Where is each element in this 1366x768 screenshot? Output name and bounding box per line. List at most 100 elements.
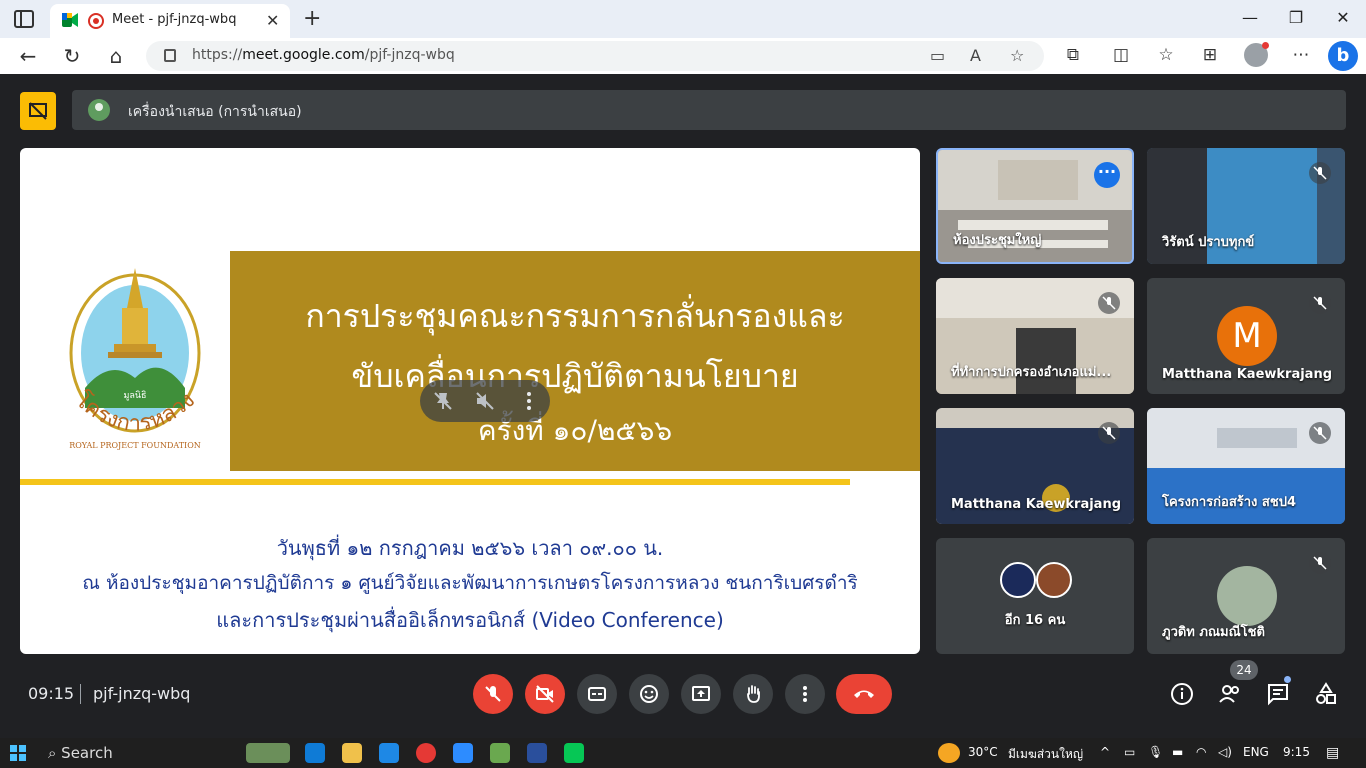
weather-icon[interactable] <box>938 743 960 763</box>
present-screen-button[interactable] <box>681 674 721 714</box>
home-icon[interactable]: ⌂ <box>104 44 128 68</box>
back-icon[interactable]: ← <box>16 44 40 68</box>
mail-icon[interactable] <box>379 743 399 763</box>
meet-window: เครื่องนำเสนอ (การนำเสนอ) มูลนิธิ โครงกา… <box>4 74 1362 734</box>
more-options-icon[interactable]: ··· <box>1094 162 1120 188</box>
logo-sub-text: ROYAL PROJECT FOUNDATION <box>69 441 201 450</box>
participant-tile[interactable]: ภูวดิท ภณมณีโชติ <box>1147 538 1345 654</box>
slide-title-line3: ครั้งที่ ๑๐/๒๕๖๖ <box>477 414 673 447</box>
slide-detail-line3: และการประชุมผ่านสื่ออิเล็กทรอนิกส์ (Vide… <box>216 608 724 632</box>
muted-mic-icon <box>1309 422 1331 444</box>
slide-divider-line <box>20 479 850 485</box>
microphone-in-use-icon[interactable]: 🎙 <box>1148 745 1163 759</box>
notification-dot <box>1262 42 1269 49</box>
close-window-icon[interactable]: ✕ <box>1333 8 1353 27</box>
browser-tab-bar: Meet - pjf-jnzq-wbq ✕ + — ❐ ✕ <box>0 0 1366 38</box>
participant-name: ภูวดิท ภณมณีโชติ <box>1162 625 1265 640</box>
windows-start-icon[interactable] <box>10 745 26 761</box>
taskbar-clock[interactable]: 9:15 <box>1283 745 1310 759</box>
meeting-details-icon[interactable] <box>1170 682 1194 706</box>
widgets-icon[interactable] <box>246 743 290 763</box>
volume-off-icon[interactable] <box>474 390 496 412</box>
participant-avatar <box>1000 562 1036 598</box>
lock-icon[interactable] <box>164 49 176 62</box>
favorites-icon[interactable]: ☆ <box>1155 45 1177 65</box>
people-count-badge: 24 <box>1230 660 1258 680</box>
file-explorer-icon[interactable] <box>342 743 362 763</box>
favorite-star-icon[interactable]: ☆ <box>1010 46 1024 65</box>
collections-icon[interactable]: ⊞ <box>1199 45 1221 65</box>
app-icon[interactable] <box>527 743 547 763</box>
participant-avatar <box>1036 562 1072 598</box>
chat-icon[interactable] <box>1266 682 1290 706</box>
line-icon[interactable] <box>564 743 584 763</box>
participant-name: โครงการก่อสร้าง สชป4 <box>1162 495 1296 510</box>
presenter-avatar <box>88 99 110 121</box>
split-screen-icon[interactable]: ◫ <box>1110 45 1132 65</box>
participant-tile[interactable]: โครงการก่อสร้าง สชป4 <box>1147 408 1345 524</box>
leave-call-button[interactable] <box>836 674 892 714</box>
pin-off-icon[interactable] <box>432 390 454 412</box>
read-aloud-icon[interactable]: A <box>970 46 981 65</box>
divider <box>80 684 81 704</box>
slide-title-line1: การประชุมคณะกรรมการกลั่นกรองและ <box>305 297 845 335</box>
mic-off-icon <box>485 686 501 702</box>
address-url[interactable]: https://meet.google.com/pjf-jnzq-wbq <box>192 47 455 63</box>
restore-icon[interactable]: ❐ <box>1286 8 1306 27</box>
activities-icon[interactable] <box>1314 682 1338 706</box>
presentation-slide: มูลนิธิ โครงการหลวง ROYAL PROJECT FOUNDA… <box>20 148 920 654</box>
camera-icon[interactable]: ▭ <box>930 46 945 65</box>
presenter-bar: เครื่องนำเสนอ (การนำเสนอ) <box>72 90 1346 130</box>
windows-taskbar: ⌕ Search 30°C มีเมฆส่วนใหญ่ ^ ▭ 🎙 ▬ ◠ ◁)… <box>0 738 1366 768</box>
more-options-icon[interactable] <box>518 390 540 412</box>
zoom-icon[interactable] <box>453 743 473 763</box>
weather-temp[interactable]: 30°C <box>968 745 998 759</box>
muted-mic-icon <box>1309 552 1331 574</box>
bing-copilot-icon[interactable]: b <box>1328 41 1358 71</box>
captions-button[interactable] <box>577 674 617 714</box>
recording-icon <box>88 13 104 29</box>
weather-desc[interactable]: มีเมฆส่วนใหญ่ <box>1008 745 1083 764</box>
royal-project-logo: มูลนิธิ โครงการหลวง ROYAL PROJECT FOUNDA… <box>69 268 201 450</box>
participant-tile[interactable]: ที่ทำการปกครองอำเภอแม่... <box>936 278 1134 394</box>
participant-avatar: M <box>1217 306 1277 366</box>
tray-chevron-icon[interactable]: ^ <box>1100 745 1110 759</box>
qgis-icon[interactable] <box>490 743 510 763</box>
participant-tile[interactable]: วิรัตน์ ปราบทุกข์ <box>1147 148 1345 264</box>
tray-app-icon[interactable]: ▭ <box>1124 745 1135 759</box>
close-tab-icon[interactable]: ✕ <box>266 11 279 30</box>
participant-tile[interactable]: ··· ห้องประชุมใหญ่ <box>936 148 1134 264</box>
minimize-icon[interactable]: — <box>1240 8 1260 27</box>
microphone-toggle-button[interactable] <box>473 674 513 714</box>
muted-mic-icon <box>1098 422 1120 444</box>
edge-icon[interactable] <box>305 743 325 763</box>
presentation-floating-controls <box>420 380 550 422</box>
more-options-button[interactable] <box>785 674 825 714</box>
notifications-icon[interactable]: ▤ <box>1326 745 1339 761</box>
camera-toggle-button[interactable] <box>525 674 565 714</box>
more-menu-icon[interactable]: ⋯ <box>1290 45 1312 65</box>
extensions-icon[interactable]: ⧉ <box>1062 45 1084 65</box>
chrome-icon[interactable] <box>416 743 436 763</box>
new-tab-icon[interactable]: + <box>303 6 321 31</box>
browser-tab[interactable]: Meet - pjf-jnzq-wbq ✕ <box>50 4 290 38</box>
tab-actions-icon[interactable] <box>14 10 34 28</box>
taskbar-search[interactable]: ⌕ Search <box>48 744 113 762</box>
presentation-toggle-button[interactable] <box>20 92 56 130</box>
slide-detail-line2: ณ ห้องประชุมอาคารปฏิบัติการ ๑ ศูนย์วิจัย… <box>82 572 858 594</box>
reactions-button[interactable] <box>629 674 669 714</box>
wifi-icon[interactable]: ◠ <box>1196 745 1206 759</box>
more-vert-icon <box>803 686 807 702</box>
battery-icon[interactable]: ▬ <box>1172 745 1183 759</box>
address-bar[interactable]: https://meet.google.com/pjf-jnzq-wbq ▭ A… <box>146 41 1044 71</box>
participant-tile[interactable]: M Matthana Kaewkrajang <box>1147 278 1345 394</box>
participant-avatar <box>1217 566 1277 626</box>
people-icon[interactable] <box>1218 682 1242 706</box>
participant-tile[interactable]: Matthana Kaewkrajang <box>936 408 1134 524</box>
raise-hand-button[interactable] <box>733 674 773 714</box>
volume-icon[interactable]: ◁) <box>1218 745 1232 759</box>
presentation-off-icon <box>29 102 47 120</box>
refresh-icon[interactable]: ↻ <box>60 44 84 68</box>
language-indicator[interactable]: ENG <box>1243 745 1269 759</box>
others-tile[interactable]: อีก 16 คน <box>936 538 1134 654</box>
